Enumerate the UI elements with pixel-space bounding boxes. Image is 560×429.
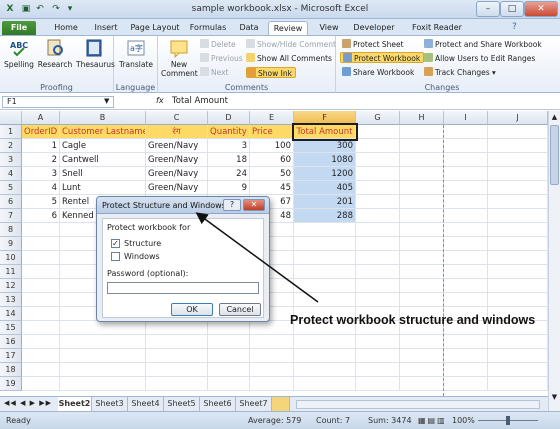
table-header-cell[interactable]: Total Amount xyxy=(292,123,358,141)
callout-text: Protect workbook structure and windows xyxy=(290,313,536,327)
callout-arrow xyxy=(195,212,319,303)
